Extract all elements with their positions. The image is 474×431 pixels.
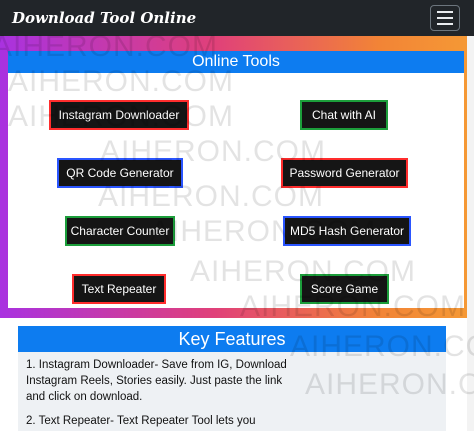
online-tools-title: Online Tools: [8, 51, 464, 73]
feature-item: 1. Instagram Downloader- Save from IG, D…: [26, 359, 287, 403]
online-tools-card: Online Tools Instagram Downloader Chat w…: [8, 51, 464, 308]
scrollbar[interactable]: [467, 36, 474, 431]
qr-code-generator-button[interactable]: QR Code Generator: [57, 158, 183, 188]
character-counter-button[interactable]: Character Counter: [65, 216, 175, 246]
hamburger-icon: [437, 11, 453, 13]
password-generator-button[interactable]: Password Generator: [281, 158, 408, 188]
hero-section: Online Tools Instagram Downloader Chat w…: [0, 36, 474, 318]
key-features-card: Key Features 1. Instagram Downloader- Sa…: [18, 326, 446, 431]
menu-toggle-button[interactable]: [430, 5, 460, 31]
md5-hash-generator-button[interactable]: MD5 Hash Generator: [283, 216, 411, 246]
site-brand[interactable]: Download Tool Online: [12, 9, 196, 27]
instagram-downloader-button[interactable]: Instagram Downloader: [49, 100, 189, 130]
score-game-button[interactable]: Score Game: [300, 274, 389, 304]
navbar: Download Tool Online: [0, 0, 474, 36]
key-features-title: Key Features: [18, 326, 446, 352]
text-repeater-button[interactable]: Text Repeater: [72, 274, 166, 304]
feature-item: 2. Text Repeater- Text Repeater Tool let…: [26, 415, 256, 427]
chat-with-ai-button[interactable]: Chat with AI: [300, 100, 388, 130]
